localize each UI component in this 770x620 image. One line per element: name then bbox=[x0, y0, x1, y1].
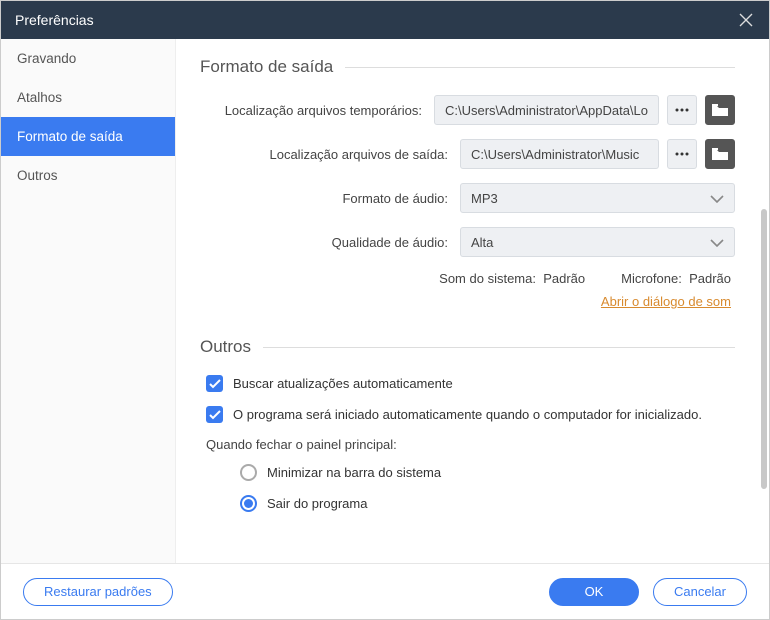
microphone-value: Padrão bbox=[689, 271, 731, 286]
output-location-label: Localização arquivos de saída: bbox=[200, 147, 460, 162]
titlebar: Preferências bbox=[1, 1, 769, 39]
chevron-down-icon bbox=[710, 239, 724, 247]
temp-location-more-button[interactable] bbox=[667, 95, 697, 125]
check-updates-checkbox[interactable] bbox=[206, 375, 223, 392]
temp-location-browse-button[interactable] bbox=[705, 95, 735, 125]
sidebar-item-label: Formato de saída bbox=[17, 129, 123, 144]
sidebar-item-output-format[interactable]: Formato de saída bbox=[1, 117, 175, 156]
system-sound-label: Som do sistema: bbox=[439, 271, 536, 286]
sidebar-item-label: Gravando bbox=[17, 51, 76, 66]
exit-label: Sair do programa bbox=[267, 496, 367, 511]
section-output-format: Formato de saída Localização arquivos te… bbox=[200, 57, 735, 309]
output-location-more-button[interactable] bbox=[667, 139, 697, 169]
ok-button[interactable]: OK bbox=[549, 578, 639, 606]
audio-format-select[interactable]: MP3 bbox=[460, 183, 735, 213]
folder-icon bbox=[712, 148, 728, 160]
autostart-label: O programa será iniciado automaticamente… bbox=[233, 407, 702, 422]
output-location-browse-button[interactable] bbox=[705, 139, 735, 169]
open-sound-dialog-link[interactable]: Abrir o diálogo de som bbox=[601, 294, 731, 309]
close-behavior-label: Quando fechar o painel principal: bbox=[206, 437, 735, 452]
section-heading: Outros bbox=[200, 337, 251, 357]
minimize-radio[interactable] bbox=[240, 464, 257, 481]
divider bbox=[263, 347, 735, 348]
exit-radio[interactable] bbox=[240, 495, 257, 512]
close-button[interactable] bbox=[737, 11, 755, 29]
output-location-field[interactable]: C:\Users\Administrator\Music bbox=[460, 139, 659, 169]
audio-format-label: Formato de áudio: bbox=[200, 191, 460, 206]
checkmark-icon bbox=[209, 410, 221, 420]
cancel-button[interactable]: Cancelar bbox=[653, 578, 747, 606]
system-sound-value: Padrão bbox=[543, 271, 585, 286]
audio-quality-label: Qualidade de áudio: bbox=[200, 235, 460, 250]
sidebar-item-recording[interactable]: Gravando bbox=[1, 39, 175, 78]
microphone-label: Microfone: bbox=[621, 271, 682, 286]
content-pane: Formato de saída Localização arquivos te… bbox=[176, 39, 769, 563]
audio-quality-select[interactable]: Alta bbox=[460, 227, 735, 257]
section-heading: Formato de saída bbox=[200, 57, 333, 77]
ellipsis-icon bbox=[675, 108, 689, 112]
minimize-label: Minimizar na barra do sistema bbox=[267, 465, 441, 480]
close-icon bbox=[739, 13, 753, 27]
footer: Restaurar padrões OK Cancelar bbox=[1, 563, 769, 619]
scrollbar[interactable] bbox=[761, 209, 767, 489]
checkmark-icon bbox=[209, 379, 221, 389]
divider bbox=[345, 67, 735, 68]
sidebar-item-shortcuts[interactable]: Atalhos bbox=[1, 78, 175, 117]
window-title: Preferências bbox=[15, 12, 94, 28]
sidebar-item-others[interactable]: Outros bbox=[1, 156, 175, 195]
section-others: Outros Buscar atualizações automaticamen… bbox=[200, 337, 735, 512]
sidebar-item-label: Outros bbox=[17, 168, 58, 183]
autostart-checkbox[interactable] bbox=[206, 406, 223, 423]
check-updates-label: Buscar atualizações automaticamente bbox=[233, 376, 453, 391]
temp-location-label: Localização arquivos temporários: bbox=[200, 103, 434, 118]
temp-location-field[interactable]: C:\Users\Administrator\AppData\Lo bbox=[434, 95, 659, 125]
ellipsis-icon bbox=[675, 152, 689, 156]
sidebar-item-label: Atalhos bbox=[17, 90, 62, 105]
folder-icon bbox=[712, 104, 728, 116]
chevron-down-icon bbox=[710, 195, 724, 203]
restore-defaults-button[interactable]: Restaurar padrões bbox=[23, 578, 173, 606]
sidebar: Gravando Atalhos Formato de saída Outros bbox=[1, 39, 176, 563]
